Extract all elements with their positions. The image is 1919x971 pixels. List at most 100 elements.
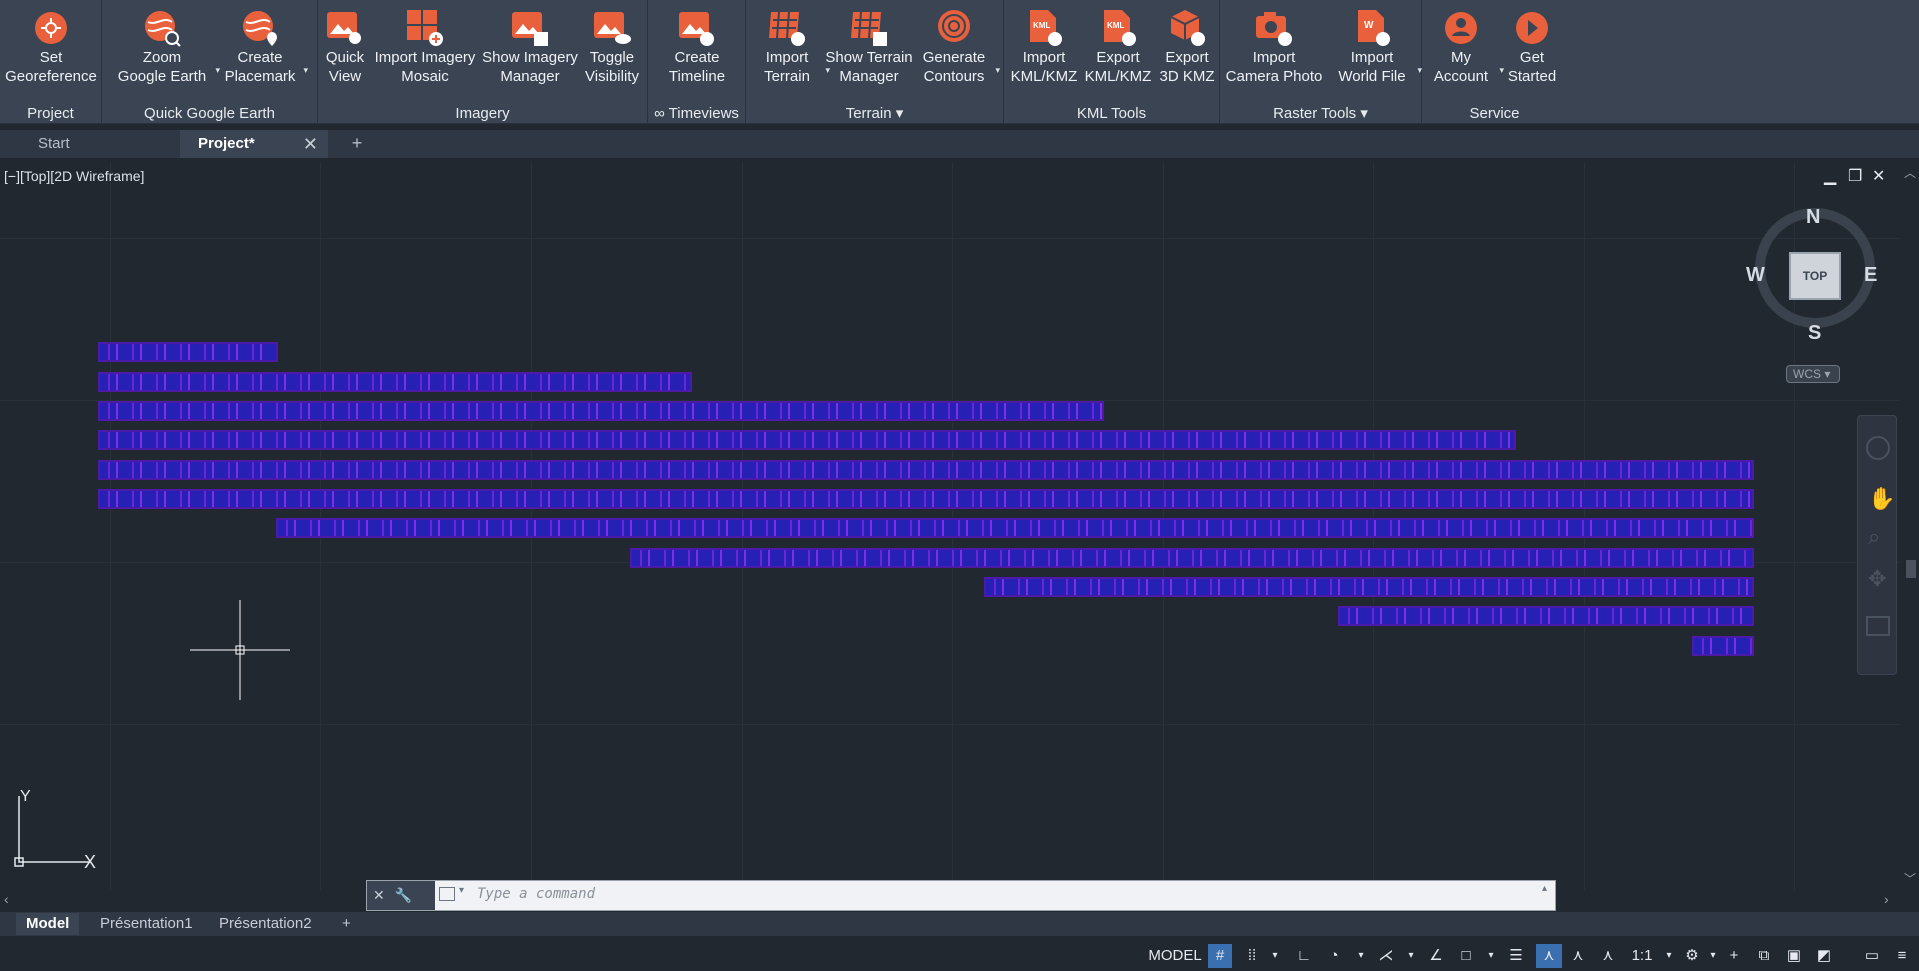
set-georeference-button[interactable]: Set Georeference <box>4 6 98 98</box>
solar-panel-row[interactable] <box>98 372 692 392</box>
ribbon: Set Georeference Project Zoom Google Ear… <box>0 0 1919 124</box>
pan-hand-icon[interactable]: ✋ <box>1868 486 1895 512</box>
toggle-visibility-button[interactable]: Toggle Visibility <box>580 6 644 98</box>
caret-down-icon[interactable]: ▾ <box>1484 944 1498 968</box>
import-imagery-mosaic-button[interactable]: Import Imagery Mosaic <box>370 6 480 98</box>
viewcube-top-face[interactable]: TOP <box>1789 252 1841 300</box>
compass-north[interactable]: N <box>1806 206 1820 229</box>
my-account-label-1: My <box>1451 49 1471 66</box>
scroll-up-icon[interactable]: ︿ <box>1904 164 1916 181</box>
close-icon[interactable]: ✕ <box>373 887 385 904</box>
restore-icon[interactable]: ❐ <box>1848 166 1862 186</box>
ortho-icon[interactable]: ∟ <box>1292 944 1316 968</box>
annotation-scale-icon[interactable]: ⋏ <box>1596 944 1620 968</box>
import-world-file-button[interactable]: W Import World File ▾ <box>1330 6 1422 98</box>
grid-icon[interactable]: # <box>1208 944 1232 968</box>
get-started-button[interactable]: Get Started <box>1502 6 1562 98</box>
solar-panel-row[interactable] <box>98 489 1754 509</box>
caret-down-icon[interactable]: ▾ <box>1662 944 1676 968</box>
object-snap-tracking-icon[interactable]: ∠ <box>1424 944 1448 968</box>
zoom-google-earth-label-1: Zoom <box>142 49 182 66</box>
compass-south[interactable]: S <box>1808 322 1821 345</box>
create-timeline-button[interactable]: Create Timeline <box>658 6 736 98</box>
isodraft-icon[interactable]: ⋌ <box>1374 944 1398 968</box>
panel-title-terrain[interactable]: Terrain ▾ <box>746 104 1003 122</box>
add-tab-button[interactable]: + <box>345 130 369 158</box>
show-terrain-manager-button[interactable]: Show Terrain Manager <box>822 6 916 98</box>
zoom-google-earth-button[interactable]: Zoom Google Earth ▾ <box>112 6 220 98</box>
drawing-viewport[interactable]: [−][Top][2D Wireframe] ▁ ❐ ✕ Y X <box>0 162 1900 890</box>
scroll-down-icon[interactable]: ﹀ <box>1904 870 1916 887</box>
tab-project[interactable]: Project* ✕ <box>180 130 328 158</box>
export-3d-kmz-button[interactable]: Export 3D KMZ <box>1156 6 1218 98</box>
panel-title-raster-tools[interactable]: Raster Tools ▾ <box>1220 104 1421 122</box>
close-icon[interactable]: ✕ <box>1872 166 1885 186</box>
solar-panel-row[interactable] <box>630 548 1754 568</box>
wcs-dropdown[interactable]: WCS ▾ <box>1786 365 1840 383</box>
solar-panel-row[interactable] <box>98 460 1754 480</box>
viewport-controls-label[interactable]: [−][Top][2D Wireframe] <box>4 168 144 184</box>
create-placemark-button[interactable]: Create Placemark ▾ <box>220 6 308 98</box>
hardware-acceleration-icon[interactable]: ▣ <box>1782 944 1806 968</box>
wrench-icon[interactable]: 🔧 <box>395 887 412 904</box>
vertical-scrollbar[interactable]: ︿ ﹀ <box>1900 162 1919 890</box>
my-account-button[interactable]: My Account ▾ <box>1426 6 1504 98</box>
caret-down-icon[interactable]: ▾ <box>303 65 308 76</box>
steering-wheel-icon[interactable] <box>1866 436 1890 460</box>
compass-west[interactable]: W <box>1746 264 1765 287</box>
caret-down-icon[interactable]: ▾ <box>1404 944 1418 968</box>
plus-icon[interactable]: + <box>1722 944 1746 968</box>
object-snap-icon[interactable]: □ <box>1454 944 1478 968</box>
caret-down-icon[interactable]: ▾ <box>1268 944 1282 968</box>
model-space-toggle[interactable]: MODEL <box>1146 944 1204 968</box>
orbit-icon[interactable]: ✥ <box>1868 566 1886 592</box>
tab-presentation2[interactable]: Présentation2 <box>209 913 322 935</box>
solar-panel-row[interactable] <box>98 342 278 362</box>
command-input[interactable]: Type a command <box>477 886 595 902</box>
solar-panel-row[interactable] <box>276 518 1754 538</box>
add-layout-button[interactable]: + <box>332 913 361 935</box>
import-terrain-label-1: Import <box>765 49 809 66</box>
lineweight-icon[interactable]: ☰ <box>1504 944 1528 968</box>
tab-presentation1[interactable]: Présentation1 <box>90 913 203 935</box>
solar-panel-row[interactable] <box>98 430 1516 450</box>
clean-screen-icon[interactable]: ▭ <box>1860 944 1884 968</box>
panel-service: My Account ▾ Get Started Service <box>1422 0 1567 124</box>
solar-panel-row[interactable] <box>1338 606 1754 626</box>
scroll-thumb[interactable] <box>1906 560 1916 578</box>
show-imagery-manager-button[interactable]: Show Imagery Manager <box>480 6 580 98</box>
solar-panel-row[interactable] <box>1692 636 1754 656</box>
export-kml-button[interactable]: KML Export KML/KMZ <box>1082 6 1154 98</box>
graphics-performance-icon[interactable]: ◩ <box>1812 944 1836 968</box>
close-icon[interactable]: ✕ <box>303 130 318 158</box>
tab-model[interactable]: Model <box>16 913 80 935</box>
polar-icon[interactable]: ◔ <box>1322 944 1346 968</box>
solar-panel-row[interactable] <box>984 577 1754 597</box>
recent-commands-icon[interactable] <box>439 887 455 901</box>
caret-down-icon[interactable]: ▾ <box>459 885 464 896</box>
annotation-visibility-icon[interactable]: ⋏ <box>1536 944 1562 968</box>
scroll-left-icon[interactable]: ‹ <box>4 891 9 907</box>
import-kml-button[interactable]: KML Import KML/KMZ <box>1008 6 1080 98</box>
isolate-objects-icon[interactable]: ⧉ <box>1752 944 1776 968</box>
tab-start[interactable]: Start <box>20 130 180 158</box>
minimize-icon[interactable]: ▁ <box>1824 166 1836 186</box>
solar-panel-row[interactable] <box>98 401 1104 421</box>
gear-icon[interactable]: ⚙ <box>1680 944 1704 968</box>
import-camera-photo-button[interactable]: Import Camera Photo <box>1224 6 1324 98</box>
caret-down-icon[interactable]: ▾ <box>1354 944 1368 968</box>
customization-menu-icon[interactable]: ≡ <box>1890 944 1914 968</box>
caret-up-icon[interactable]: ▴ <box>1542 883 1547 894</box>
showmotion-icon[interactable] <box>1866 616 1890 636</box>
quick-view-button[interactable]: Quick View <box>320 6 370 98</box>
caret-down-icon[interactable]: ▾ <box>995 65 1000 76</box>
caret-down-icon[interactable]: ▾ <box>1706 944 1720 968</box>
autoscale-icon[interactable]: ⋏ <box>1566 944 1590 968</box>
annotation-scale-dropdown[interactable]: 1:1 <box>1622 944 1662 968</box>
snap-icon[interactable]: ⁞⁞ <box>1240 944 1264 968</box>
import-terrain-button[interactable]: Import Terrain ▾ <box>752 6 830 98</box>
compass-east[interactable]: E <box>1864 264 1877 287</box>
generate-contours-button[interactable]: Generate Contours ▾ <box>916 6 1000 98</box>
zoom-icon[interactable]: ⌕ <box>1868 524 1880 550</box>
scroll-right-icon[interactable]: › <box>1884 891 1889 907</box>
